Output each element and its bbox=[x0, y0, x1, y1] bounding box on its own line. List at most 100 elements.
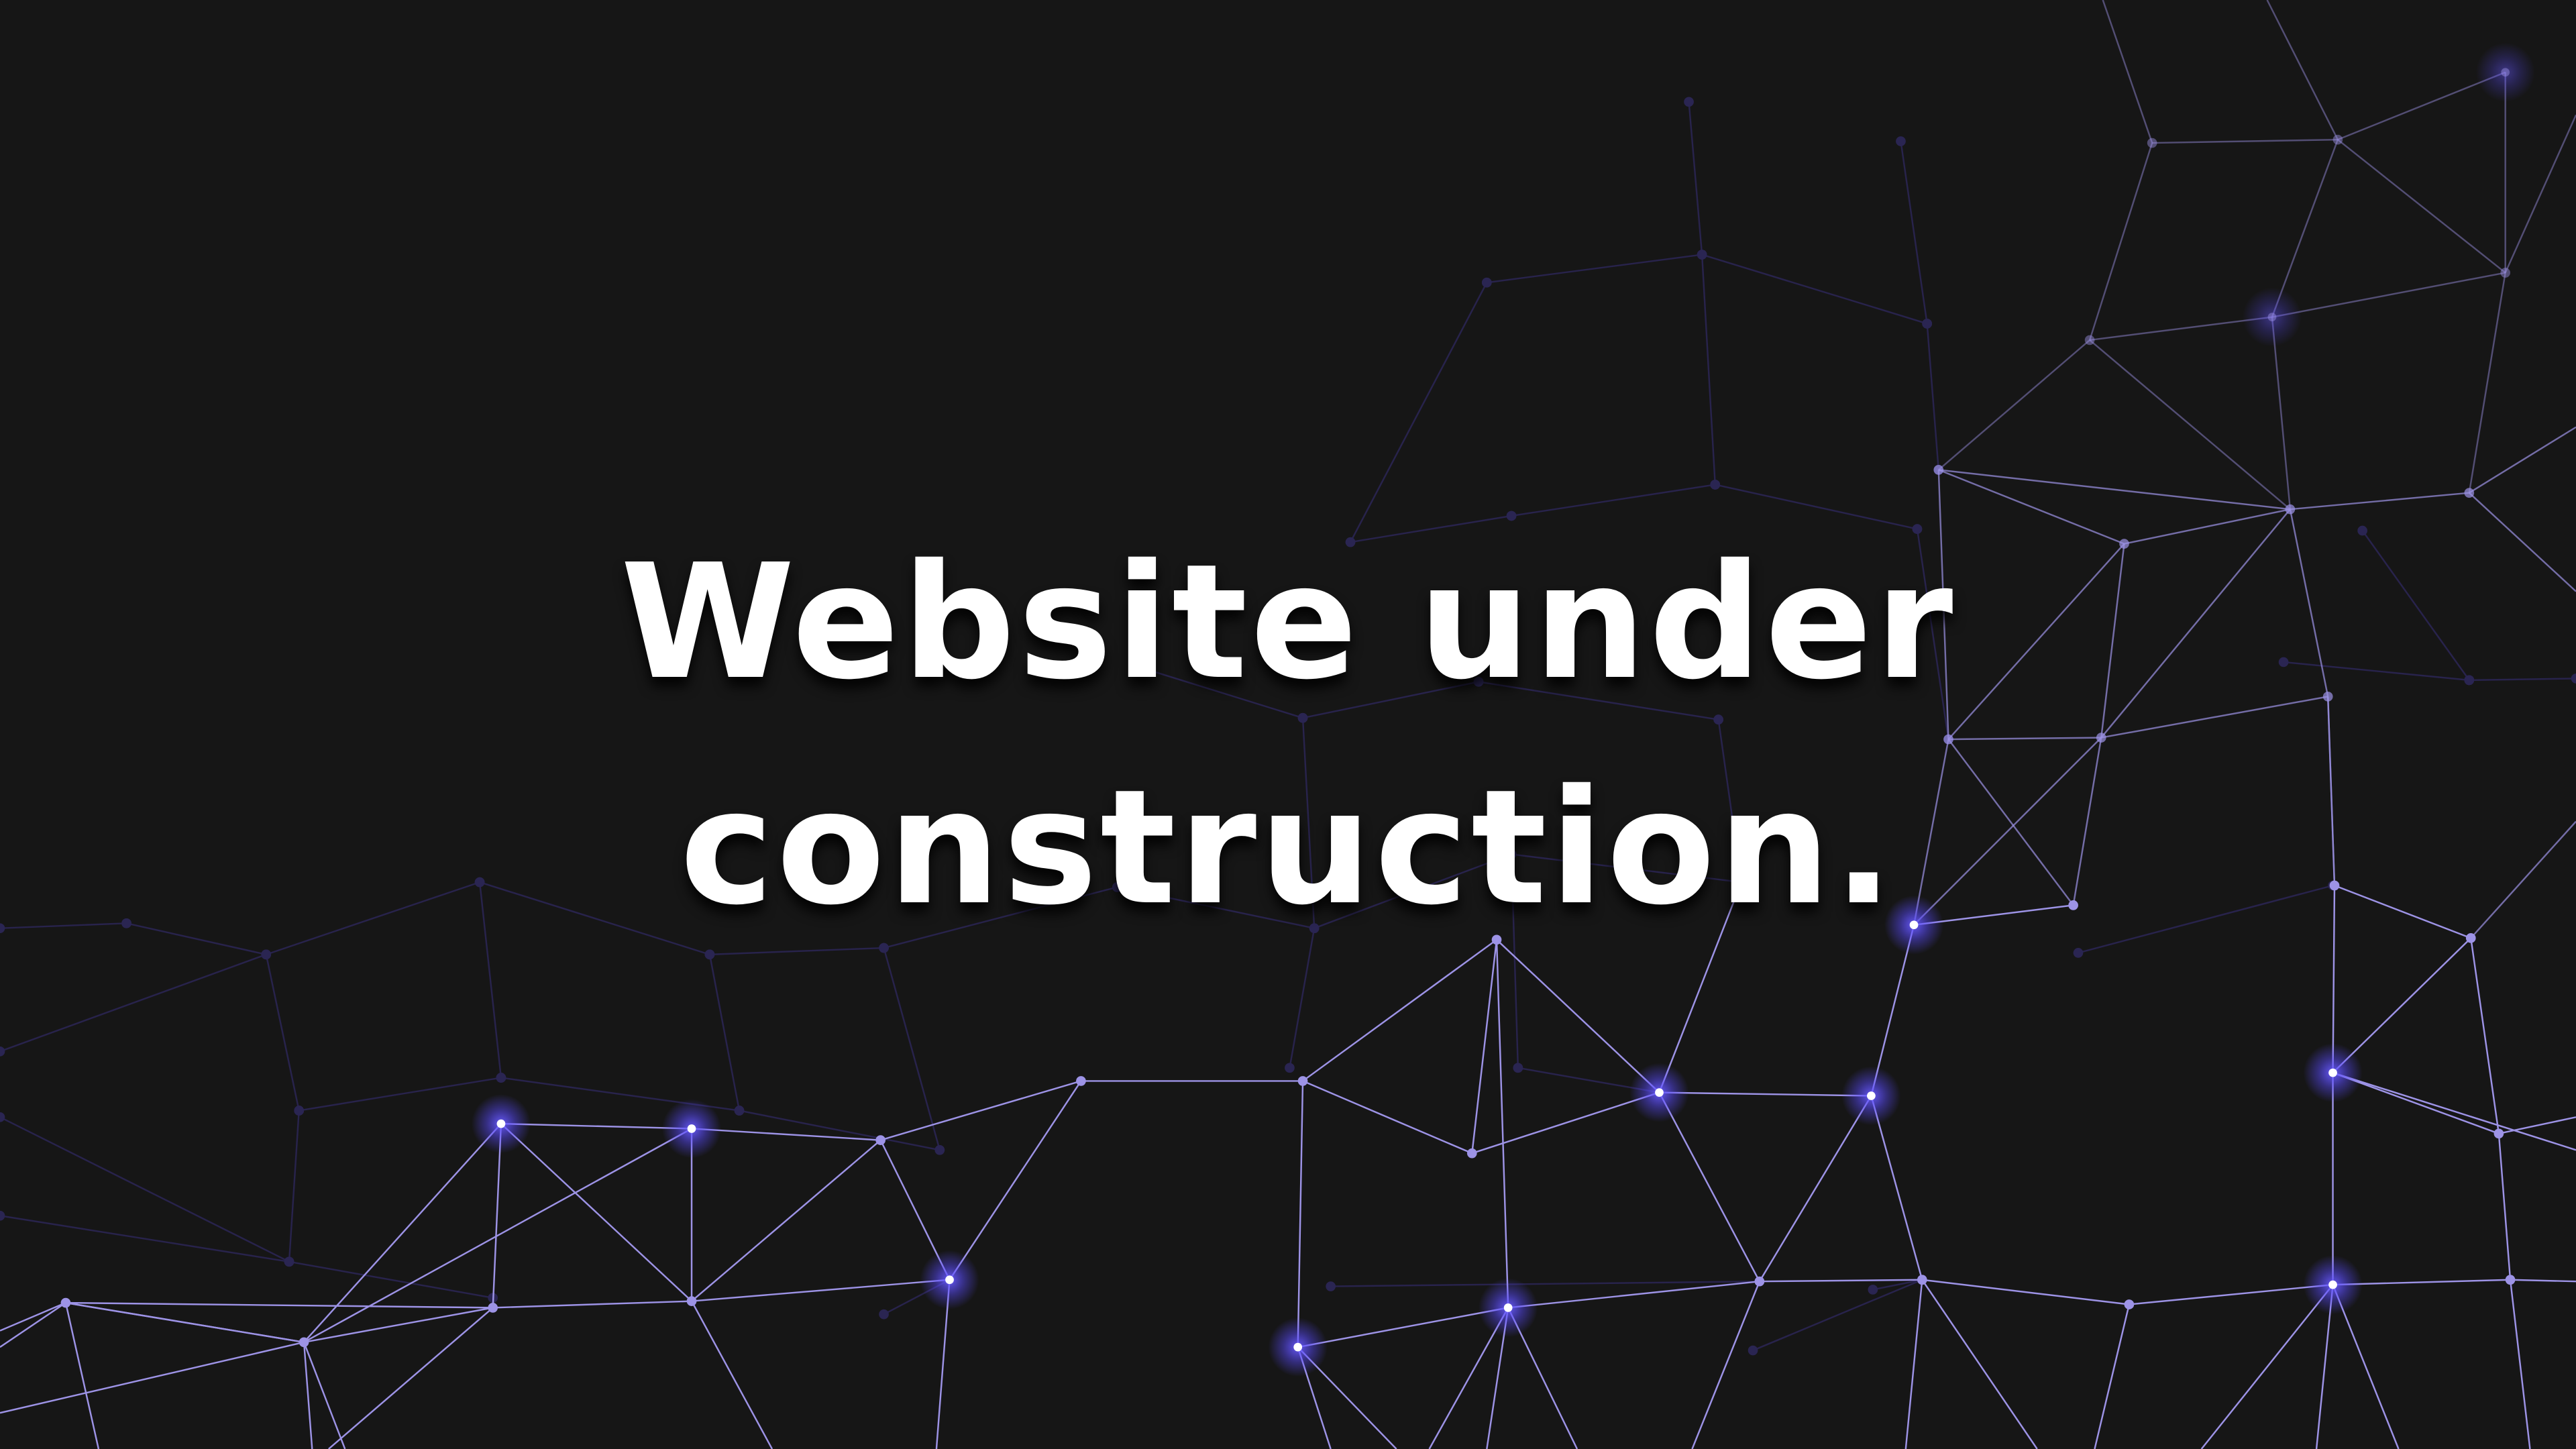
network-edge-dim bbox=[0, 1215, 290, 1263]
network-node bbox=[2501, 68, 2510, 77]
network-edge bbox=[2337, 139, 2506, 274]
network-edge bbox=[2468, 272, 2506, 493]
network-edge bbox=[0, 1341, 305, 1414]
network-edge bbox=[1691, 1281, 1760, 1449]
network-node-dim bbox=[1896, 136, 1906, 146]
network-node bbox=[2328, 1068, 2337, 1077]
network-edge bbox=[1659, 1091, 1872, 1097]
network-node-dim bbox=[934, 1144, 945, 1155]
network-node bbox=[875, 1135, 885, 1145]
network-node bbox=[2493, 1128, 2504, 1139]
network-edge-dim bbox=[0, 953, 267, 1053]
network-node bbox=[2124, 1299, 2135, 1309]
network-edge-dim bbox=[288, 1110, 300, 1262]
network-node-dim bbox=[1684, 97, 1694, 107]
network-node-dim bbox=[1922, 319, 1932, 329]
network-node bbox=[2332, 134, 2343, 145]
network-edge bbox=[64, 1302, 100, 1449]
network-edge bbox=[0, 1301, 66, 1332]
network-edge bbox=[1302, 1080, 1472, 1155]
network-node-dim bbox=[879, 1309, 889, 1320]
network-node bbox=[2505, 1275, 2516, 1285]
network-edge bbox=[2498, 1116, 2576, 1134]
network-edge bbox=[1302, 938, 1497, 1082]
network-node bbox=[2328, 1280, 2337, 1289]
network-edge bbox=[2129, 1283, 2333, 1305]
page-headline: Website under construction. bbox=[0, 510, 2576, 961]
network-edge-dim bbox=[1330, 1280, 1760, 1287]
network-edge bbox=[303, 1307, 493, 1344]
network-edge bbox=[2266, 0, 2339, 140]
network-node-dim bbox=[1326, 1281, 1336, 1291]
network-node bbox=[1917, 1275, 1927, 1285]
network-edge bbox=[2504, 114, 2576, 274]
network-edge bbox=[1508, 1280, 1760, 1309]
network-edge bbox=[2152, 138, 2338, 144]
network-edge-dim bbox=[299, 1077, 502, 1112]
network-node bbox=[945, 1275, 954, 1285]
network-edge-dim bbox=[708, 954, 741, 1111]
network-node-dim bbox=[284, 1256, 294, 1267]
headline-line-1: Website under bbox=[620, 530, 1956, 714]
network-edge bbox=[1759, 1279, 1923, 1283]
network-node bbox=[1655, 1088, 1664, 1097]
network-edge-dim bbox=[1688, 101, 1703, 255]
network-edge bbox=[2088, 142, 2153, 341]
network-edge bbox=[2290, 492, 2469, 511]
network-edge bbox=[2510, 1279, 2576, 1283]
network-edge bbox=[691, 1139, 881, 1302]
network-node bbox=[299, 1337, 309, 1348]
network-node bbox=[1297, 1076, 1308, 1086]
network-edge-dim bbox=[288, 1260, 493, 1299]
network-edge bbox=[2094, 1304, 2131, 1449]
network-node bbox=[1076, 1076, 1086, 1086]
network-edge bbox=[2200, 1284, 2334, 1449]
network-node bbox=[687, 1124, 696, 1133]
network-node-dim bbox=[1697, 250, 1707, 260]
network-edge bbox=[492, 1300, 692, 1309]
network-edge bbox=[1921, 1279, 2038, 1449]
network-edge bbox=[1904, 1279, 1923, 1449]
network-edge-dim bbox=[1487, 254, 1703, 284]
network-edge bbox=[1471, 939, 1498, 1154]
network-node bbox=[1503, 1303, 1513, 1312]
network-edge bbox=[1297, 1307, 1509, 1348]
network-node bbox=[1293, 1342, 1303, 1352]
network-node-dim bbox=[1748, 1345, 1758, 1356]
network-edge bbox=[1938, 469, 2291, 511]
network-edge-dim bbox=[1701, 254, 1928, 325]
network-edge bbox=[2469, 426, 2576, 494]
network-edge bbox=[1495, 939, 1509, 1308]
network-edge bbox=[880, 1080, 1081, 1141]
network-node-dim bbox=[1710, 480, 1721, 490]
network-edge bbox=[1922, 1279, 2130, 1305]
network-edge-dim bbox=[739, 1110, 941, 1151]
network-edge bbox=[0, 1302, 66, 1348]
network-edge bbox=[690, 1301, 773, 1449]
network-node bbox=[496, 1119, 506, 1128]
network-node bbox=[488, 1303, 498, 1313]
network-edge bbox=[303, 1128, 692, 1343]
network-edge bbox=[2509, 1279, 2531, 1449]
network-edge bbox=[2498, 1133, 2512, 1280]
network-node-dim bbox=[294, 1106, 305, 1116]
network-node bbox=[2084, 335, 2095, 345]
network-edge bbox=[1297, 1081, 1304, 1348]
network-edge-dim bbox=[1701, 254, 1716, 485]
network-node-dim bbox=[0, 1046, 5, 1057]
network-edge bbox=[2089, 339, 2291, 511]
network-node bbox=[1466, 1148, 1477, 1159]
network-edge bbox=[949, 1080, 1082, 1281]
network-edge-dim bbox=[265, 954, 300, 1111]
network-node-dim bbox=[1513, 1063, 1523, 1073]
network-node-dim bbox=[1481, 277, 1492, 288]
network-node bbox=[1867, 1091, 1876, 1100]
network-edge bbox=[500, 1123, 692, 1302]
network-node bbox=[1933, 465, 1944, 475]
network-node bbox=[60, 1297, 71, 1308]
network-edge bbox=[65, 1301, 493, 1309]
network-edge-dim bbox=[1872, 1279, 1923, 1291]
network-edge-dim bbox=[1926, 323, 1940, 470]
network-node-dim bbox=[0, 1112, 5, 1122]
network-edge bbox=[2470, 938, 2500, 1134]
